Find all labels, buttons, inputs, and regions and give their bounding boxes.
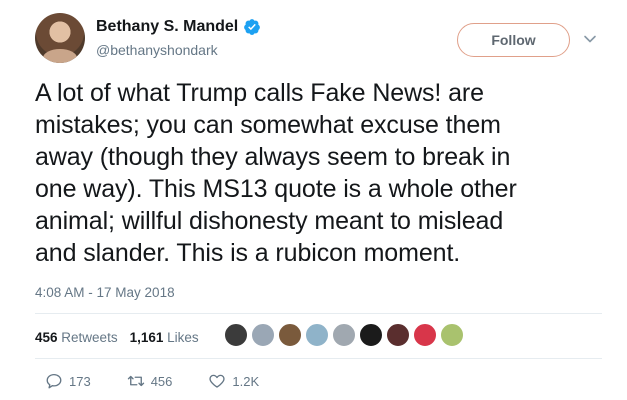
retweets-stat[interactable]: 456 Retweets bbox=[35, 330, 118, 345]
tweet-text-line: and slander. This is a rubicon moment. bbox=[35, 239, 461, 267]
liker-avatar[interactable] bbox=[224, 323, 248, 347]
reply-icon bbox=[46, 373, 62, 389]
engagement-stats: 456 Retweets 1,161 Likes bbox=[35, 330, 199, 345]
tweet-text-line: A lot of what Trump calls Fake News! are bbox=[35, 79, 484, 107]
liker-avatar[interactable] bbox=[332, 323, 356, 347]
liker-avatar[interactable] bbox=[278, 323, 302, 347]
heart-icon bbox=[209, 374, 225, 388]
likes-count: 1,161 bbox=[129, 330, 164, 345]
tweet-text-line: animal; willful dishonesty meant to misl… bbox=[35, 207, 504, 235]
likes-stat[interactable]: 1,161 Likes bbox=[130, 330, 199, 345]
author-avatar[interactable] bbox=[35, 13, 85, 63]
like-action[interactable]: 1.2K bbox=[208, 372, 259, 390]
tweet-text-line: one way). This MS13 quote is a whole oth… bbox=[35, 175, 517, 203]
divider bbox=[35, 358, 602, 359]
tweet-actions: 173 456 1.2K bbox=[45, 372, 295, 390]
verified-badge-icon bbox=[244, 19, 261, 35]
liker-avatar[interactable] bbox=[305, 323, 329, 347]
retweets-label: Retweets bbox=[61, 330, 118, 345]
liker-avatars bbox=[224, 323, 464, 347]
tweet-timestamp[interactable]: 4:08 AM - 17 May 2018 bbox=[35, 285, 175, 300]
liker-avatar[interactable] bbox=[440, 323, 464, 347]
liker-avatar[interactable] bbox=[413, 323, 437, 347]
liker-avatar[interactable] bbox=[359, 323, 383, 347]
tweet-text: A lot of what Trump calls Fake News! are… bbox=[35, 77, 595, 269]
tweet-card: Bethany S. Mandel @bethanyshondark Follo… bbox=[0, 0, 627, 400]
tweet-text-line: away (though they always seem to break i… bbox=[35, 143, 511, 171]
retweets-count: 456 bbox=[35, 330, 58, 345]
reply-action[interactable]: 173 bbox=[45, 372, 91, 390]
author-name-row: Bethany S. Mandel bbox=[96, 18, 261, 36]
author-handle[interactable]: @bethanyshondark bbox=[96, 42, 218, 58]
retweet-action[interactable]: 456 bbox=[127, 372, 173, 390]
like-count: 1.2K bbox=[232, 373, 260, 389]
likes-label: Likes bbox=[167, 330, 199, 345]
retweet-icon bbox=[127, 375, 144, 387]
author-display-name[interactable]: Bethany S. Mandel bbox=[96, 18, 238, 36]
divider bbox=[35, 313, 602, 314]
liker-avatar[interactable] bbox=[386, 323, 410, 347]
liker-avatar[interactable] bbox=[251, 323, 275, 347]
retweet-count: 456 bbox=[150, 373, 173, 389]
reply-count: 173 bbox=[69, 373, 91, 389]
tweet-text-line: mistakes; you can somewhat excuse them bbox=[35, 111, 501, 139]
follow-button[interactable]: Follow bbox=[457, 23, 570, 57]
chevron-down-icon[interactable] bbox=[583, 32, 597, 46]
